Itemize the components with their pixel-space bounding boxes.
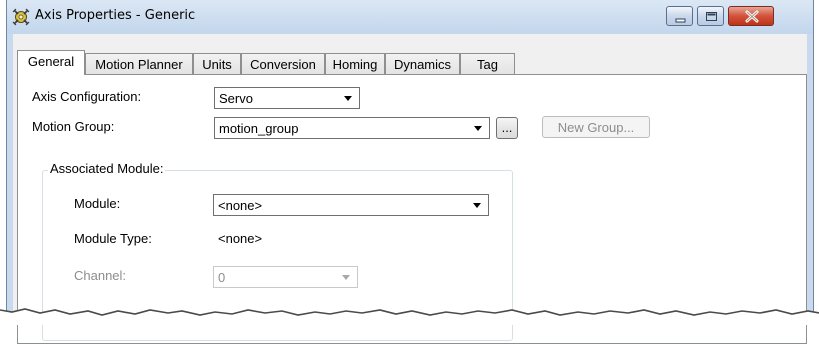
browse-motion-group-button[interactable]: ...	[496, 117, 518, 139]
chevron-down-icon	[342, 275, 350, 280]
axis-configuration-select[interactable]: Servo	[214, 87, 360, 109]
motion-group-select[interactable]: motion_group	[214, 117, 490, 139]
channel-select[interactable]: 0	[213, 266, 358, 288]
motion-group-value: motion_group	[219, 121, 299, 136]
close-icon	[745, 10, 759, 23]
module-label: Module:	[74, 196, 121, 211]
dialog-client-area: General Motion Planner Units Conversion …	[13, 34, 807, 344]
tab-motion-planner[interactable]: Motion Planner	[85, 53, 193, 74]
tab-homing[interactable]: Homing	[325, 53, 385, 74]
new-group-button[interactable]: New Group...	[542, 116, 650, 138]
chevron-down-icon	[473, 203, 481, 208]
motion-group-label: Motion Group:	[32, 119, 115, 134]
channel-label: Channel:	[74, 268, 127, 283]
tab-conversion[interactable]: Conversion	[241, 53, 325, 74]
chevron-down-icon	[474, 126, 482, 131]
title-bar[interactable]: Axis Properties - Generic	[7, 0, 813, 34]
close-button[interactable]	[728, 6, 774, 26]
minimize-button[interactable]	[666, 6, 693, 26]
window-title: Axis Properties - Generic	[35, 8, 196, 23]
module-type-label: Module Type:	[74, 231, 152, 246]
chevron-down-icon	[344, 96, 352, 101]
maximize-icon	[706, 12, 717, 21]
maximize-button[interactable]	[697, 6, 724, 26]
axis-properties-icon	[12, 8, 30, 26]
associated-module-title: Associated Module:	[48, 161, 166, 176]
axis-configuration-label: Axis Configuration:	[32, 89, 142, 104]
tab-general[interactable]: General	[17, 50, 85, 75]
torn-edge-decoration	[0, 308, 819, 325]
tab-units[interactable]: Units	[193, 53, 241, 74]
channel-value: 0	[218, 270, 226, 285]
module-value: <none>	[218, 198, 263, 213]
module-type-value: <none>	[218, 231, 263, 246]
module-select[interactable]: <none>	[213, 194, 489, 216]
tab-dynamics[interactable]: Dynamics	[385, 53, 460, 74]
tab-tag[interactable]: Tag	[460, 53, 515, 74]
minimize-icon	[675, 18, 686, 23]
axis-properties-window: Axis Properties - Generic General Motion…	[6, 0, 814, 344]
axis-configuration-value: Servo	[219, 91, 253, 106]
